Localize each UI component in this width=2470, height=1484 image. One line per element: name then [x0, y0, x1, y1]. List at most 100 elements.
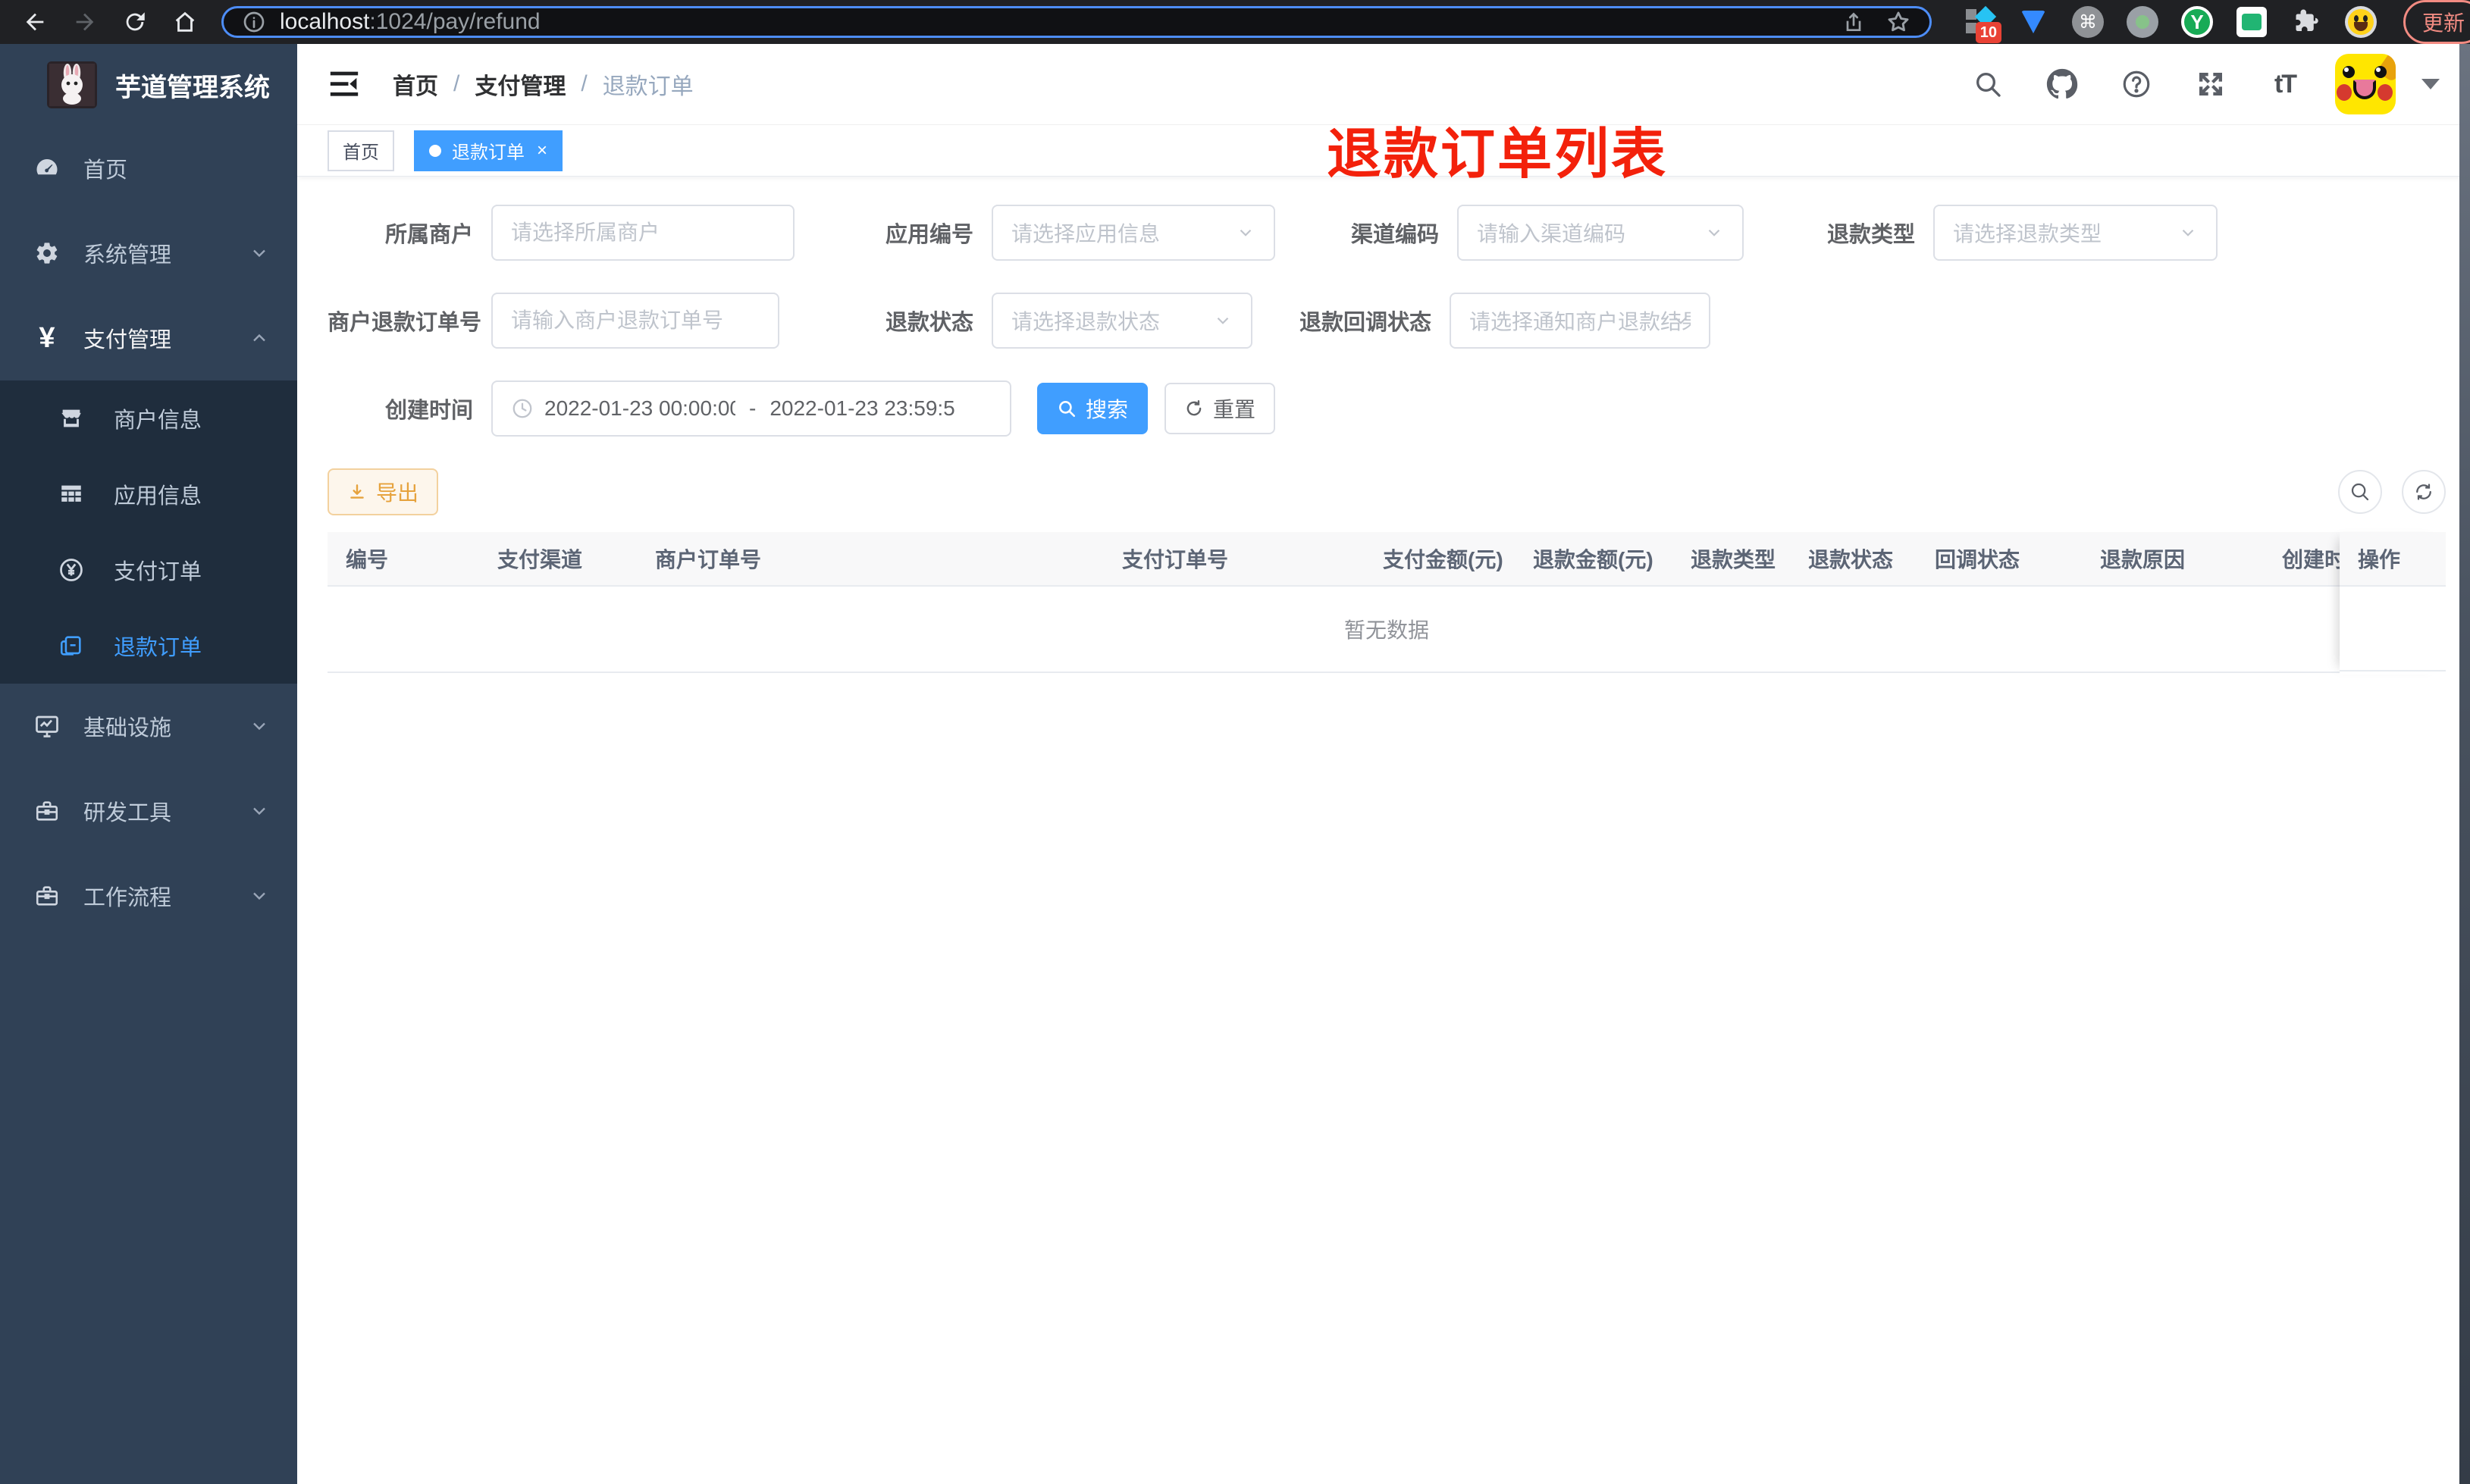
- browser-profile-avatar[interactable]: [2344, 5, 2378, 39]
- chevron-down-icon: [249, 885, 270, 906]
- dashboard-icon: [32, 155, 62, 182]
- filter-label: 创建时间: [384, 399, 473, 423]
- extension-chat-icon[interactable]: [2235, 5, 2268, 39]
- sidebar-item-label: 工作流程: [83, 886, 172, 910]
- breadcrumb-separator: /: [453, 71, 460, 96]
- tag-close-icon[interactable]: ×: [537, 141, 547, 160]
- address-bar[interactable]: localhost:1024/pay/refund: [221, 6, 1932, 38]
- placeholder-text: 请输入渠道编码: [1477, 222, 1626, 246]
- monitor-chart-icon: [32, 712, 62, 740]
- filter-row-1: 所属商户 应用编号 请选择应用信息 渠道编码 请输入渠道编码 退款类型 请选择退…: [328, 205, 2446, 261]
- user-avatar[interactable]: [2335, 54, 2396, 114]
- filter-label: 退款回调状态: [1299, 311, 1431, 335]
- table-grid-icon: [56, 481, 86, 507]
- sidebar: 芋道管理系统 首页 系统管理 ¥ 支付管理 商户信息 应用信息 支付订单 退款订…: [0, 44, 297, 1484]
- date-separator: -: [749, 396, 757, 420]
- url-text: localhost:1024/pay/refund: [280, 9, 541, 34]
- site-info-icon[interactable]: [242, 10, 266, 34]
- refresh-table-icon[interactable]: [2402, 470, 2446, 514]
- refund-status-select[interactable]: 请选择退款状态: [992, 293, 1252, 349]
- clock-icon: [511, 397, 534, 420]
- export-button[interactable]: 导出: [328, 468, 438, 515]
- breadcrumb-separator: /: [581, 71, 588, 96]
- extension-command-icon[interactable]: ⌘: [2071, 5, 2105, 39]
- browser-forward-button[interactable]: [70, 7, 100, 37]
- chevron-down-icon: [1213, 311, 1233, 330]
- sidebar-item-label: 系统管理: [83, 243, 172, 268]
- sidebar-item-refund-order[interactable]: 退款订单: [0, 608, 297, 684]
- sidebar-item-infra[interactable]: 基础设施: [0, 684, 297, 769]
- export-button-label: 导出: [375, 481, 418, 505]
- column-header: 操作: [2340, 532, 2446, 587]
- share-icon[interactable]: [1842, 10, 1866, 34]
- sidebar-item-label: 退款订单: [114, 636, 202, 660]
- window-edge-scrollbar[interactable]: [2459, 44, 2470, 1484]
- app-select[interactable]: 请选择应用信息: [992, 205, 1275, 261]
- sidebar-item-merchant-info[interactable]: 商户信息: [0, 380, 297, 456]
- table-header-row: 编号 支付渠道 商户订单号 支付订单号 支付金额(元) 退款金额(元) 退款类型…: [328, 532, 2446, 587]
- notify-status-select[interactable]: 请选择通知商户退款结果的: [1450, 293, 1710, 349]
- column-header: 支付渠道: [497, 548, 583, 571]
- filter-label: 渠道编码: [1350, 223, 1439, 247]
- extension-record-icon[interactable]: [2126, 5, 2159, 39]
- search-icon[interactable]: [1964, 60, 2012, 108]
- sidebar-item-label: 支付管理: [83, 328, 172, 352]
- breadcrumb-home[interactable]: 首页: [393, 67, 438, 101]
- column-header: 支付订单号: [1122, 548, 1229, 571]
- extension-y-icon[interactable]: Y: [2180, 5, 2214, 39]
- sidebar-item-label: 支付订单: [114, 560, 202, 584]
- date-range-picker[interactable]: 2022-01-23 00:00:00 - 2022-01-23 23:59:5…: [491, 380, 1011, 437]
- github-icon[interactable]: [2038, 60, 2086, 108]
- avatar-caret-icon[interactable]: [2421, 79, 2440, 89]
- chevron-down-icon: [2178, 223, 2198, 243]
- extension-gem-icon[interactable]: [2017, 5, 2050, 39]
- filter-label: 退款类型: [1826, 223, 1915, 247]
- browser-home-button[interactable]: [170, 7, 200, 37]
- sidebar-item-system[interactable]: 系统管理: [0, 211, 297, 296]
- filter-label: 商户退款订单号: [328, 311, 482, 335]
- fixed-action-column: 操作: [2340, 532, 2446, 675]
- hide-search-icon[interactable]: [2338, 470, 2382, 514]
- chevron-down-icon: [1671, 311, 1691, 330]
- channel-select[interactable]: 请输入渠道编码: [1457, 205, 1744, 261]
- empty-row: 暂无数据: [328, 587, 2446, 673]
- help-icon[interactable]: [2112, 60, 2161, 108]
- browser-back-button[interactable]: [20, 7, 50, 37]
- tag-refund-order[interactable]: 退款订单 ×: [414, 130, 563, 171]
- extensions-puzzle-icon[interactable]: [2290, 5, 2323, 39]
- bookmark-star-icon[interactable]: [1885, 9, 1911, 35]
- placeholder-text: 请选择通知商户退款结果的: [1469, 310, 1691, 333]
- column-header: 编号: [346, 548, 389, 571]
- merchant-refund-no-input[interactable]: [491, 293, 779, 349]
- font-size-icon[interactable]: tT: [2261, 60, 2309, 108]
- browser-refresh-button[interactable]: [120, 7, 150, 37]
- fullscreen-icon[interactable]: [2186, 60, 2235, 108]
- date-end[interactable]: 2022-01-23 23:59:59: [770, 396, 956, 421]
- sidebar-item-home[interactable]: 首页: [0, 126, 297, 211]
- sidebar-item-workflow[interactable]: 工作流程: [0, 853, 297, 938]
- date-start[interactable]: 2022-01-23 00:00:00: [544, 396, 735, 421]
- column-header-clipped: 创建时间: [2282, 548, 2340, 571]
- reset-button[interactable]: 重置: [1164, 383, 1275, 434]
- storefront-icon: [56, 405, 86, 431]
- sidebar-item-label: 首页: [83, 158, 128, 183]
- browser-update-button[interactable]: 更新: [2403, 0, 2470, 44]
- sidebar-item-app-info[interactable]: 应用信息: [0, 456, 297, 532]
- extension-tabs-icon[interactable]: 10: [1962, 5, 2001, 43]
- browser-toolbar: localhost:1024/pay/refund 10 ⌘ Y 更新: [0, 0, 2470, 44]
- column-header: 退款原因: [2100, 548, 2186, 571]
- sidebar-item-pay[interactable]: ¥ 支付管理: [0, 296, 297, 380]
- top-navbar: 首页 / 支付管理 / 退款订单 退款订单列表 tT: [297, 44, 2470, 185]
- sidebar-collapse-icon[interactable]: [328, 69, 361, 99]
- search-button[interactable]: 搜索: [1037, 383, 1148, 434]
- filter-label: 退款状态: [885, 311, 973, 335]
- sidebar-logo[interactable]: 芋道管理系统: [0, 44, 297, 126]
- sidebar-item-dev-tools[interactable]: 研发工具: [0, 769, 297, 853]
- tag-home[interactable]: 首页: [328, 130, 394, 171]
- sidebar-item-label: 研发工具: [83, 801, 172, 825]
- breadcrumb-pay[interactable]: 支付管理: [475, 67, 566, 101]
- sidebar-item-pay-order[interactable]: 支付订单: [0, 532, 297, 608]
- refund-type-select[interactable]: 请选择退款类型: [1933, 205, 2218, 261]
- merchant-input[interactable]: [491, 205, 795, 261]
- column-header: 退款状态: [1808, 548, 1894, 571]
